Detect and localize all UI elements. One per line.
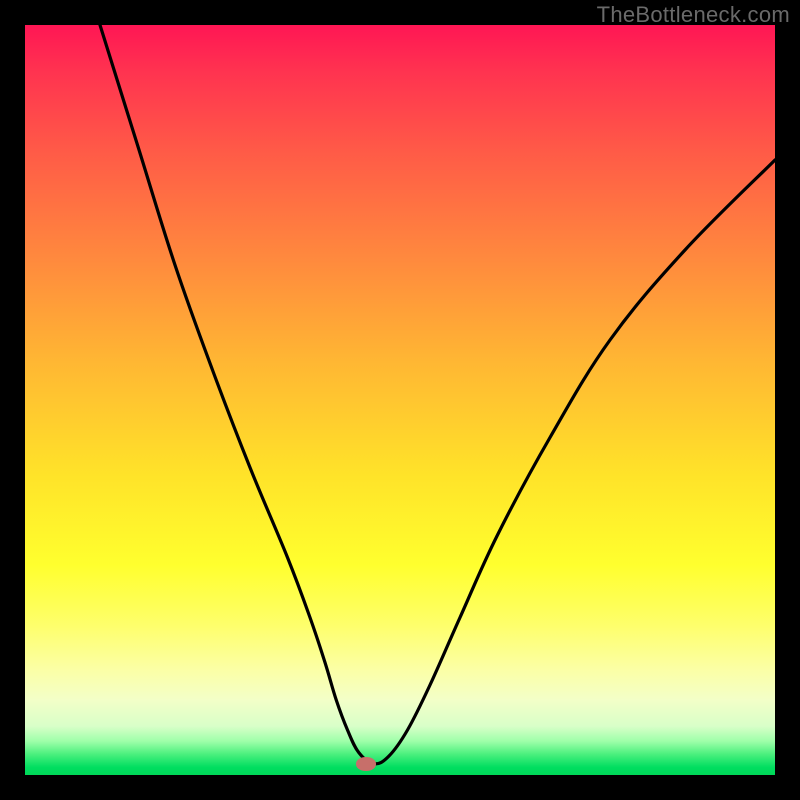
bottleneck-curve [25, 25, 775, 775]
chart-frame: TheBottleneck.com [0, 0, 800, 800]
plot-area [25, 25, 775, 775]
minimum-marker [356, 757, 376, 771]
watermark-text: TheBottleneck.com [597, 2, 790, 28]
